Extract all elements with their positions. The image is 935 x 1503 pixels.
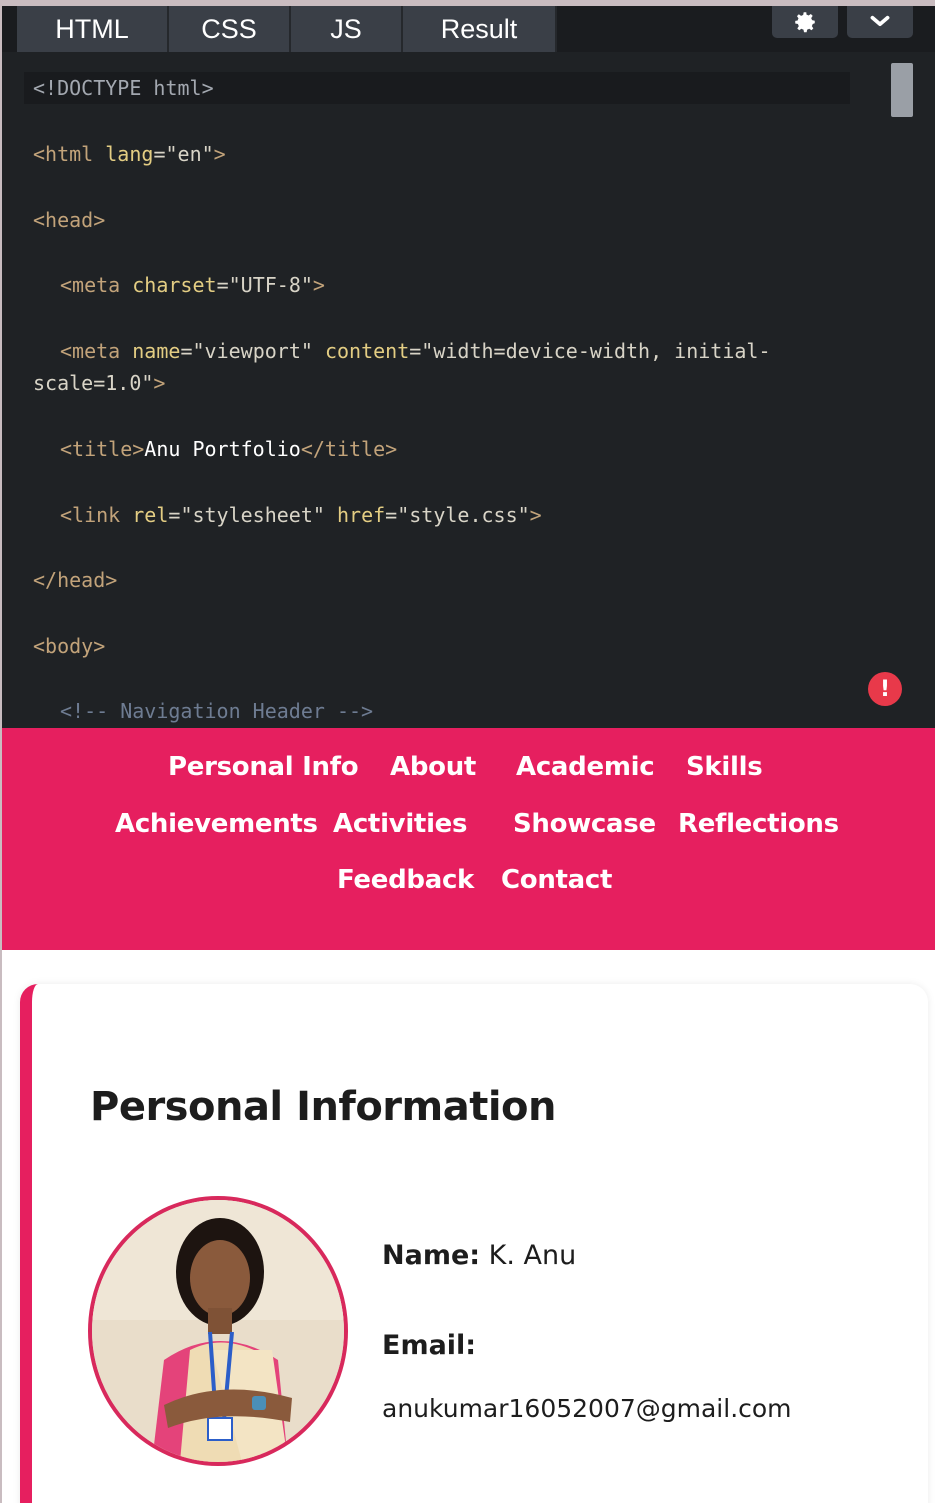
nav-link-showcase[interactable]: Showcase xyxy=(513,809,656,839)
code-line-head-close: </head> xyxy=(33,568,118,592)
nav-link-about[interactable]: About xyxy=(390,752,476,782)
tab-js[interactable]: JS xyxy=(291,6,403,52)
code-line-meta-charset: <meta charset="UTF-8"> xyxy=(60,273,325,297)
code-line-doctype: <!DOCTYPE html> xyxy=(33,76,214,100)
profile-email-label: Email: xyxy=(382,1330,477,1361)
nav-link-reflections[interactable]: Reflections xyxy=(678,809,839,839)
profile-name: Name: K. Anu xyxy=(382,1240,577,1271)
tab-css[interactable]: CSS xyxy=(169,6,291,52)
editor-scrollbar[interactable] xyxy=(891,63,913,117)
nav-link-personal-info[interactable]: Personal Info xyxy=(168,752,359,782)
editor-tab-bar: HTML CSS JS Result xyxy=(2,6,935,52)
code-line-html-open: <html lang="en"> xyxy=(33,142,226,166)
preview-content-area: Personal Information Name: K. Anu Email:… xyxy=(2,950,935,1503)
chevron-down-icon xyxy=(870,15,890,27)
nav-link-achievements[interactable]: Achievements xyxy=(115,809,318,839)
profile-email-value[interactable]: anukumar16052007@gmail.com xyxy=(382,1394,792,1423)
nav-link-feedback[interactable]: Feedback xyxy=(337,865,474,895)
tab-result[interactable]: Result xyxy=(403,6,557,52)
collapse-button[interactable] xyxy=(847,6,913,38)
codepen-editor-window: HTML CSS JS Result <!DOCTYPE html> <html… xyxy=(2,6,935,1503)
nav-link-contact[interactable]: Contact xyxy=(501,865,612,895)
personal-info-card: Personal Information Name: K. Anu Email:… xyxy=(20,984,928,1503)
html-code-editor[interactable]: <!DOCTYPE html> <html lang="en"> <head> … xyxy=(2,52,935,728)
gear-icon xyxy=(795,12,815,33)
nav-link-activities[interactable]: Activities xyxy=(333,809,467,839)
profile-photo xyxy=(88,1196,348,1466)
nav-link-academic[interactable]: Academic xyxy=(516,752,655,782)
code-line-meta-viewport-wrap: scale=1.0"> xyxy=(33,371,166,395)
code-line-meta-viewport: <meta name="viewport" content="width=dev… xyxy=(60,339,771,363)
code-line-link: <link rel="stylesheet" href="style.css"> xyxy=(60,503,542,527)
section-title: Personal Information xyxy=(90,1084,557,1130)
error-alert-icon[interactable]: ! xyxy=(868,672,902,706)
code-line-title: <title>Anu Portfolio</title> xyxy=(60,437,398,461)
tab-html[interactable]: HTML xyxy=(17,6,169,52)
preview-navigation-header: Personal Info About Academic Skills Achi… xyxy=(2,728,935,950)
settings-button[interactable] xyxy=(772,6,838,38)
nav-link-skills[interactable]: Skills xyxy=(686,752,763,782)
code-line-head-open: <head> xyxy=(33,208,106,232)
profile-portrait-illustration xyxy=(92,1200,344,1462)
code-line-comment: <!-- Navigation Header --> xyxy=(60,699,374,723)
code-line-body-open: <body> xyxy=(33,634,106,658)
